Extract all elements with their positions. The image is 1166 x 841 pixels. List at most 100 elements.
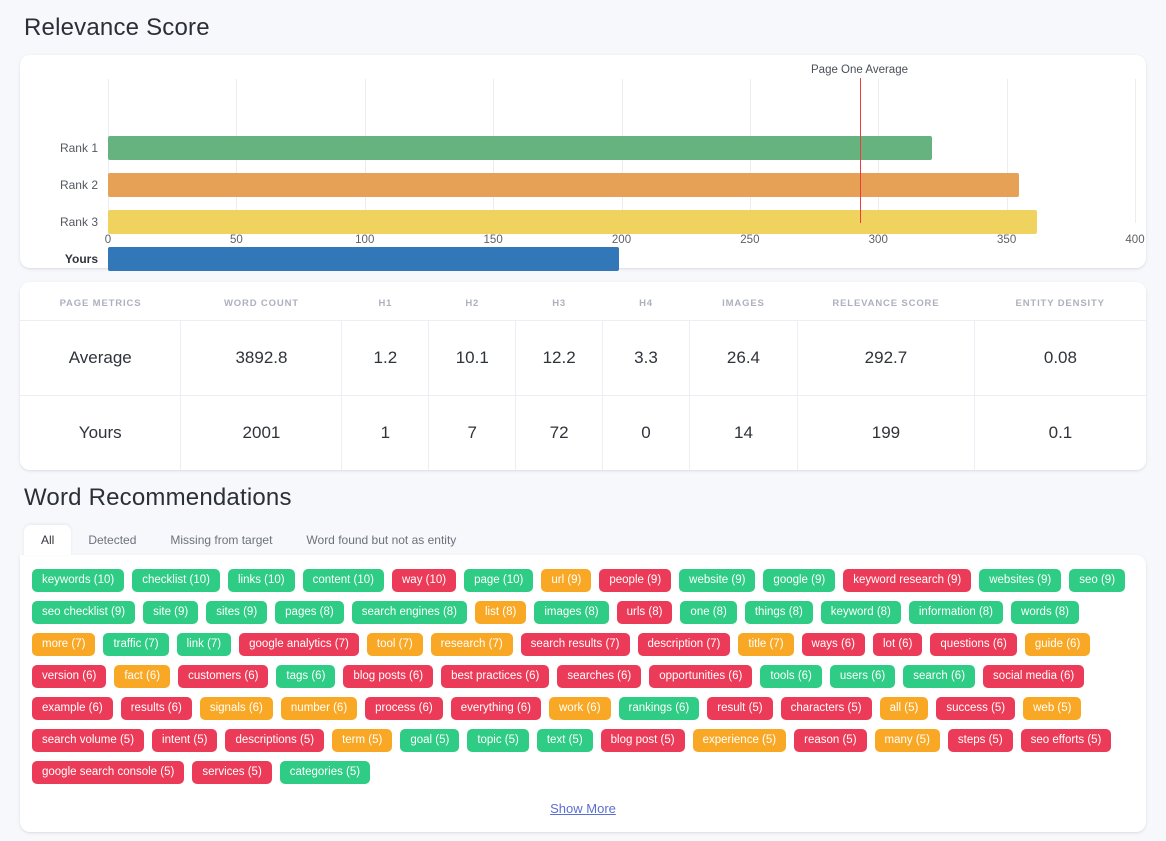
word-tag[interactable]: google analytics (7)	[239, 633, 359, 656]
tab-detected[interactable]: Detected	[71, 525, 153, 555]
chart-x-tick-label: 300	[868, 234, 888, 246]
word-tag[interactable]: search results (7)	[520, 633, 630, 656]
word-tag[interactable]: traffic (7)	[103, 633, 169, 656]
word-tag[interactable]: google (9)	[763, 569, 836, 592]
word-tag[interactable]: seo efforts (5)	[1020, 729, 1112, 752]
word-tag[interactable]: opportunities (6)	[649, 665, 753, 688]
word-tag[interactable]: page (10)	[464, 569, 534, 592]
word-tag[interactable]: example (6)	[32, 697, 113, 720]
tab-word-found-but-not-as-entity[interactable]: Word found but not as entity	[289, 525, 473, 555]
word-tag[interactable]: link (7)	[176, 633, 232, 656]
word-tag[interactable]: web (5)	[1023, 697, 1082, 720]
tab-missing-from-target[interactable]: Missing from target	[153, 525, 289, 555]
word-tag[interactable]: topic (5)	[467, 729, 529, 752]
tab-all[interactable]: All	[24, 525, 72, 555]
word-tag[interactable]: keyword research (9)	[843, 569, 972, 592]
table-cell: 26.4	[689, 320, 799, 396]
word-tag[interactable]: seo checklist (9)	[32, 601, 136, 624]
column-header: IMAGES	[689, 282, 798, 321]
word-tag[interactable]: site (9)	[143, 601, 199, 624]
word-tag[interactable]: url (9)	[541, 569, 592, 592]
word-tag[interactable]: sites (9)	[206, 601, 268, 624]
chart-bar[interactable]	[108, 210, 1038, 234]
word-tag[interactable]: checklist (10)	[132, 569, 220, 592]
word-tag[interactable]: research (7)	[430, 633, 513, 656]
word-tag[interactable]: experience (5)	[692, 729, 787, 752]
show-more-link[interactable]: Show More	[550, 801, 616, 816]
word-tag[interactable]: term (5)	[332, 729, 393, 752]
word-tag[interactable]: website (9)	[679, 569, 756, 592]
relevance-chart-card: Rank 1 Rank 2 Rank 3 Yours Page One Average 0…	[20, 55, 1146, 271]
word-tag[interactable]: signals (6)	[199, 697, 273, 720]
word-tag[interactable]: seo (9)	[1069, 569, 1126, 592]
word-tag[interactable]: questions (6)	[930, 633, 1017, 656]
word-tag[interactable]: number (6)	[280, 697, 358, 720]
word-tag[interactable]: keyword (8)	[820, 601, 901, 624]
word-tag[interactable]: images (8)	[534, 601, 609, 624]
word-tag[interactable]: many (5)	[874, 729, 940, 752]
word-tag[interactable]: reason (5)	[794, 729, 867, 752]
word-tag[interactable]: rankings (6)	[618, 697, 700, 720]
word-tag[interactable]: pages (8)	[275, 601, 344, 624]
word-tag[interactable]: websites (9)	[979, 569, 1062, 592]
word-tag[interactable]: words (8)	[1011, 601, 1079, 624]
word-tag[interactable]: ways (6)	[801, 633, 865, 656]
chart-gridline	[1006, 79, 1008, 223]
word-tag[interactable]: categories (5)	[279, 761, 371, 784]
word-tag[interactable]: tool (7)	[366, 633, 423, 656]
word-tag[interactable]: description (7)	[637, 633, 731, 656]
word-tag[interactable]: text (5)	[536, 729, 593, 752]
table-cell: 199	[797, 395, 975, 470]
chart-bar[interactable]	[108, 173, 1020, 197]
word-tag[interactable]: all (5)	[879, 697, 929, 720]
word-tag[interactable]: urls (8)	[616, 601, 673, 624]
word-tag[interactable]: way (10)	[392, 569, 457, 592]
word-tag[interactable]: list (8)	[475, 601, 527, 624]
word-tag[interactable]: descriptions (5)	[225, 729, 325, 752]
word-tag[interactable]: title (7)	[738, 633, 794, 656]
word-tag[interactable]: version (6)	[32, 665, 107, 688]
word-tag[interactable]: results (6)	[120, 697, 192, 720]
word-tag[interactable]: social media (6)	[983, 665, 1085, 688]
word-tag[interactable]: more (7)	[32, 633, 96, 656]
word-tags-card: keywords (10) checklist (10) links (10) con…	[20, 555, 1146, 832]
word-tag[interactable]: people (9)	[599, 569, 672, 592]
word-tag[interactable]: users (6)	[829, 665, 896, 688]
chart-bar[interactable]	[108, 247, 619, 271]
word-tag[interactable]: things (8)	[744, 601, 813, 624]
column-header: WORD COUNT	[180, 282, 342, 321]
word-tag[interactable]: tools (6)	[760, 665, 822, 688]
word-tag[interactable]: blog post (5)	[600, 729, 685, 752]
table-cell: 7	[428, 395, 517, 470]
chart-gridline	[1135, 79, 1136, 223]
word-tag[interactable]: keywords (10)	[32, 569, 125, 592]
word-tag[interactable]: fact (6)	[114, 665, 171, 688]
word-tag[interactable]: steps (5)	[947, 729, 1013, 752]
word-tag[interactable]: google search console (5)	[32, 761, 185, 784]
word-tag[interactable]: search volume (5)	[32, 729, 145, 752]
word-tag[interactable]: everything (6)	[450, 697, 541, 720]
word-tag[interactable]: success (5)	[936, 697, 1016, 720]
word-tag[interactable]: lot (6)	[873, 633, 923, 656]
word-tag[interactable]: guide (6)	[1024, 633, 1091, 656]
word-tag[interactable]: result (5)	[707, 697, 773, 720]
word-tag[interactable]: content (10)	[302, 569, 384, 592]
word-tag[interactable]: information (8)	[908, 601, 1004, 624]
word-tag[interactable]: links (10)	[227, 569, 295, 592]
word-tag[interactable]: work (6)	[549, 697, 611, 720]
word-tag[interactable]: intent (5)	[152, 729, 218, 752]
word-tag[interactable]: searches (6)	[557, 665, 642, 688]
word-tag[interactable]: best practices (6)	[441, 665, 550, 688]
chart-bar[interactable]	[108, 136, 933, 160]
word-tag[interactable]: process (6)	[365, 697, 443, 720]
word-tag[interactable]: search engines (8)	[351, 601, 467, 624]
word-tag[interactable]: services (5)	[192, 761, 272, 784]
table-cell: 0.08	[974, 320, 1146, 396]
word-tag[interactable]: goal (5)	[400, 729, 460, 752]
word-tag[interactable]: characters (5)	[780, 697, 872, 720]
word-tag[interactable]: search (6)	[903, 665, 976, 688]
word-tag[interactable]: one (8)	[680, 601, 737, 624]
word-tag[interactable]: customers (6)	[178, 665, 269, 688]
word-tag[interactable]: tags (6)	[276, 665, 336, 688]
word-tag[interactable]: blog posts (6)	[343, 665, 434, 688]
